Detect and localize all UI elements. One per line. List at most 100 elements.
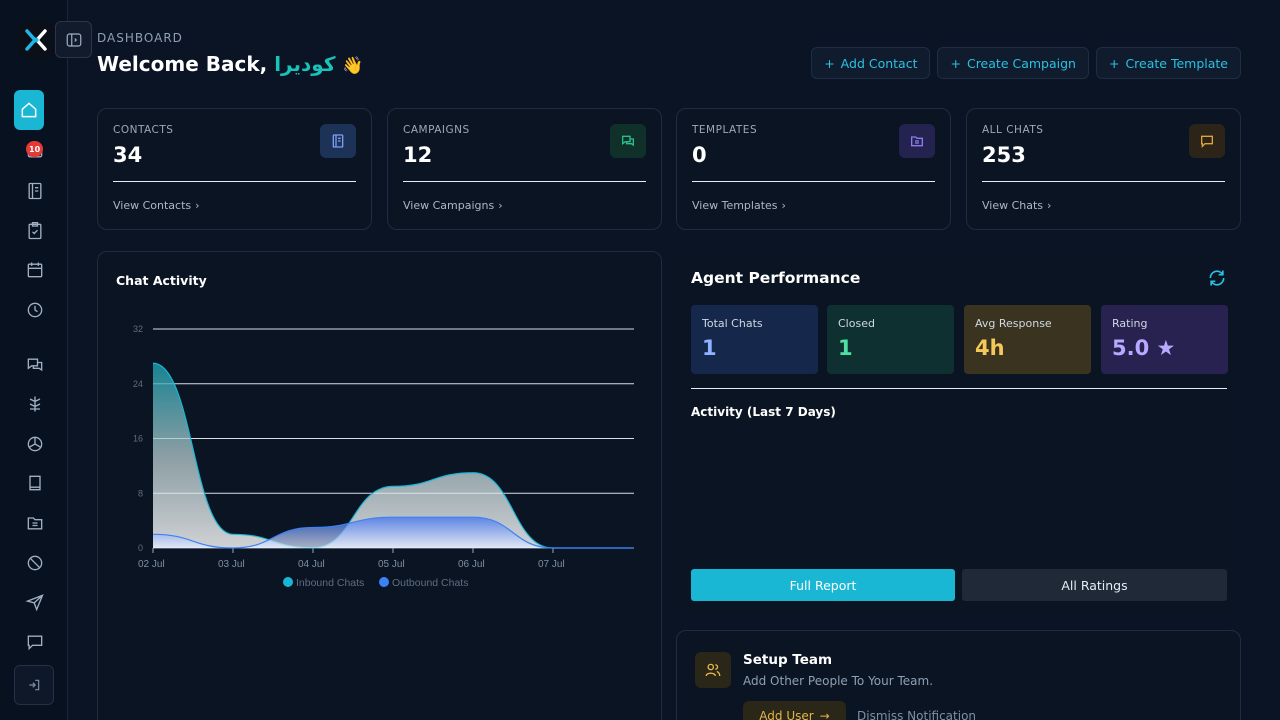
y-tick-label: 32	[133, 324, 143, 334]
sidebar-item-files[interactable]	[15, 505, 55, 541]
sidebar-item-tasks[interactable]	[15, 213, 55, 249]
sidebar-item-chats[interactable]	[15, 347, 55, 383]
kpi-value: 4h	[975, 336, 1005, 360]
chevron-right-icon: ›	[1047, 199, 1052, 212]
sidebar-item-blocked[interactable]	[15, 545, 55, 581]
stat-card-campaigns: CAMPAIGNS 12 View Campaigns ›	[387, 108, 662, 230]
all-ratings-button[interactable]: All Ratings	[962, 569, 1227, 601]
aperture-icon	[27, 436, 43, 452]
full-report-button[interactable]: Full Report	[691, 569, 955, 601]
plus-icon: +	[824, 55, 835, 71]
sidebar-item-broadcast[interactable]	[15, 584, 55, 620]
kpi-rating: Rating 5.0 ★	[1101, 305, 1228, 374]
stat-icon-box	[610, 124, 646, 158]
setup-team-panel: Setup Team Add Other People To Your Team…	[676, 630, 1241, 720]
kpi-label: Closed	[838, 317, 875, 330]
block-icon	[27, 555, 43, 571]
message-icon	[27, 635, 43, 651]
sidebar-toggle-button[interactable]	[55, 21, 92, 58]
chevron-right-icon: ›	[781, 199, 786, 212]
legend-marker	[379, 577, 389, 587]
create-campaign-button[interactable]: + Create Campaign	[937, 47, 1089, 79]
chevron-right-icon: ›	[195, 199, 200, 212]
stat-value: 253	[982, 143, 1026, 167]
home-icon	[21, 102, 37, 118]
kpi-label: Avg Response	[975, 317, 1052, 330]
add-user-button[interactable]: Add User →	[743, 701, 846, 720]
chat-activity-chart: 0 8 16 24 32 02 Jul 03 Jul 04 Jul 05 Jul 06 Jul 07…	[133, 324, 634, 589]
stat-label: CAMPAIGNS	[403, 124, 470, 136]
plus-icon: +	[950, 55, 961, 71]
refresh-icon[interactable]	[1207, 268, 1227, 288]
y-tick-label: 8	[138, 488, 143, 498]
app-logo[interactable]	[18, 22, 54, 58]
divider	[113, 181, 356, 182]
sidebar-item-history[interactable]	[15, 292, 55, 328]
stat-label: ALL CHATS	[982, 124, 1044, 136]
sidebar-item-integrations[interactable]	[15, 426, 55, 462]
logo-icon	[25, 29, 47, 51]
calendar-icon	[27, 262, 43, 278]
stat-icon-box	[1189, 124, 1225, 158]
stat-icon-box	[899, 124, 935, 158]
stat-icon-box	[320, 124, 356, 158]
page-title: Welcome Back, كوديرا 👋	[97, 52, 364, 76]
setup-team-subtitle: Add Other People To Your Team.	[743, 674, 934, 688]
chat-bubbles-icon	[27, 358, 43, 372]
book-icon	[29, 475, 41, 491]
wave-emoji: 👋	[342, 56, 364, 76]
create-template-button[interactable]: + Create Template	[1095, 47, 1241, 79]
chat-activity-panel: Chat Activity 0 8 16 24 32 02 Jul 03 Jul 04 Jul…	[97, 251, 662, 720]
kpi-label: Rating	[1112, 317, 1148, 330]
stat-value: 12	[403, 143, 433, 167]
y-tick-label: 24	[133, 379, 143, 389]
sidebar-item-home[interactable]	[14, 90, 44, 130]
divider	[982, 181, 1225, 182]
clipboard-check-icon	[28, 222, 42, 240]
stat-card-all-chats: ALL CHATS 253 View Chats ›	[966, 108, 1241, 230]
users-icon	[705, 663, 721, 677]
x-tick-label: 05 Jul	[378, 559, 405, 570]
logout-icon	[29, 679, 40, 691]
dismiss-notification-link[interactable]: Dismiss Notification	[857, 709, 976, 720]
activity-label: Activity (Last 7 Days)	[691, 405, 836, 419]
sidebar-item-calendar[interactable]	[15, 252, 55, 288]
arrow-right-icon: →	[819, 709, 830, 720]
kpi-value: 1	[702, 336, 717, 360]
setup-team-title: Setup Team	[743, 652, 833, 668]
divider	[403, 181, 646, 182]
plus-icon: +	[1108, 55, 1120, 71]
agent-performance-panel: Agent Performance Total Chats 1 Closed 1…	[676, 251, 1241, 617]
stat-card-contacts: CONTACTS 34 View Contacts ›	[97, 108, 372, 230]
sidebar-item-flows[interactable]	[15, 386, 55, 422]
folder-icon	[911, 136, 923, 147]
chat-notification-badge: 10	[26, 141, 44, 157]
sidebar-item-contacts[interactable]	[15, 173, 55, 209]
logout-button[interactable]	[14, 665, 54, 705]
team-icon-box	[695, 652, 731, 688]
y-tick-label: 16	[133, 434, 143, 444]
view-templates-link[interactable]: View Templates ›	[692, 199, 786, 212]
view-contacts-link[interactable]: View Contacts ›	[113, 199, 200, 212]
sidebar-item-messages[interactable]	[15, 624, 55, 660]
x-tick-label: 04 Jul	[298, 559, 325, 570]
page-breadcrumb: DASHBOARD	[97, 31, 183, 45]
kpi-total-chats: Total Chats 1	[691, 305, 818, 374]
flow-icon	[29, 396, 41, 412]
stat-card-templates: TEMPLATES 0 View Templates ›	[676, 108, 951, 230]
divider	[691, 388, 1227, 389]
view-campaigns-link[interactable]: View Campaigns ›	[403, 199, 503, 212]
agent-performance-title: Agent Performance	[691, 269, 861, 287]
stat-label: TEMPLATES	[692, 124, 758, 136]
add-contact-button[interactable]: + Add Contact	[811, 47, 931, 79]
panel-toggle-icon	[66, 32, 81, 47]
kpi-avg-response: Avg Response 4h	[964, 305, 1091, 374]
sidebar: 10	[0, 0, 68, 720]
header-actions: + Add Contact + Create Campaign + Create Te…	[811, 47, 1241, 79]
y-tick-label: 0	[138, 543, 143, 553]
sidebar-item-knowledge[interactable]	[15, 465, 55, 501]
view-chats-link[interactable]: View Chats ›	[982, 199, 1051, 212]
divider	[692, 181, 935, 182]
stat-label: CONTACTS	[113, 124, 174, 136]
legend-marker	[283, 577, 293, 587]
